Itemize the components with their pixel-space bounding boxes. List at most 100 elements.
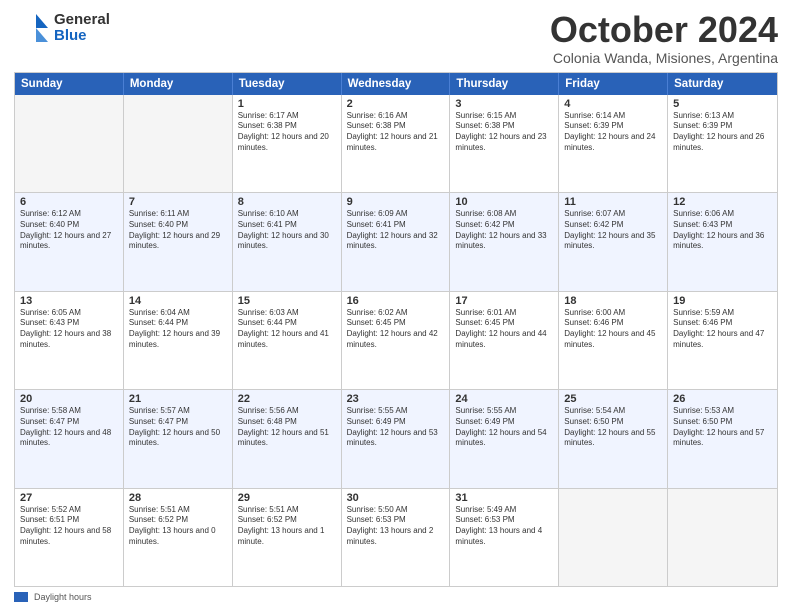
cell-info: Sunrise: 6:09 AM Sunset: 6:41 PM Dayligh… <box>347 209 445 252</box>
logo: General Blue <box>14 10 110 46</box>
calendar-cell: 4Sunrise: 6:14 AM Sunset: 6:39 PM Daylig… <box>559 95 668 192</box>
day-number: 9 <box>347 196 445 208</box>
calendar-cell: 16Sunrise: 6:02 AM Sunset: 6:45 PM Dayli… <box>342 292 451 389</box>
day-of-week-header: Thursday <box>450 73 559 95</box>
day-number: 16 <box>347 295 445 307</box>
cell-info: Sunrise: 5:49 AM Sunset: 6:53 PM Dayligh… <box>455 505 553 548</box>
day-number: 20 <box>20 393 118 405</box>
calendar-week-row: 1Sunrise: 6:17 AM Sunset: 6:38 PM Daylig… <box>15 95 777 192</box>
day-number: 10 <box>455 196 553 208</box>
cell-info: Sunrise: 5:53 AM Sunset: 6:50 PM Dayligh… <box>673 406 772 449</box>
header: General Blue October 2024 Colonia Wanda,… <box>14 10 778 66</box>
day-number: 22 <box>238 393 336 405</box>
day-number: 11 <box>564 196 662 208</box>
calendar-week-row: 13Sunrise: 6:05 AM Sunset: 6:43 PM Dayli… <box>15 291 777 389</box>
calendar-cell: 31Sunrise: 5:49 AM Sunset: 6:53 PM Dayli… <box>450 489 559 586</box>
calendar-cell <box>15 95 124 192</box>
cell-info: Sunrise: 5:57 AM Sunset: 6:47 PM Dayligh… <box>129 406 227 449</box>
day-of-week-header: Saturday <box>668 73 777 95</box>
logo-text-block: General Blue <box>54 12 110 45</box>
calendar-cell: 23Sunrise: 5:55 AM Sunset: 6:49 PM Dayli… <box>342 390 451 487</box>
day-number: 2 <box>347 98 445 110</box>
logo-icon-svg <box>14 10 50 46</box>
logo-line2: Blue <box>54 28 110 45</box>
cell-info: Sunrise: 6:08 AM Sunset: 6:42 PM Dayligh… <box>455 209 553 252</box>
calendar-cell: 15Sunrise: 6:03 AM Sunset: 6:44 PM Dayli… <box>233 292 342 389</box>
day-number: 30 <box>347 492 445 504</box>
cell-info: Sunrise: 6:00 AM Sunset: 6:46 PM Dayligh… <box>564 308 662 351</box>
day-number: 13 <box>20 295 118 307</box>
calendar-cell: 18Sunrise: 6:00 AM Sunset: 6:46 PM Dayli… <box>559 292 668 389</box>
calendar-cell <box>559 489 668 586</box>
calendar-cell: 5Sunrise: 6:13 AM Sunset: 6:39 PM Daylig… <box>668 95 777 192</box>
calendar-header-row: SundayMondayTuesdayWednesdayThursdayFrid… <box>15 73 777 95</box>
calendar-cell: 12Sunrise: 6:06 AM Sunset: 6:43 PM Dayli… <box>668 193 777 290</box>
calendar-cell: 19Sunrise: 5:59 AM Sunset: 6:46 PM Dayli… <box>668 292 777 389</box>
calendar-cell: 6Sunrise: 6:12 AM Sunset: 6:40 PM Daylig… <box>15 193 124 290</box>
day-number: 21 <box>129 393 227 405</box>
calendar-cell: 17Sunrise: 6:01 AM Sunset: 6:45 PM Dayli… <box>450 292 559 389</box>
cell-info: Sunrise: 6:05 AM Sunset: 6:43 PM Dayligh… <box>20 308 118 351</box>
calendar-cell: 9Sunrise: 6:09 AM Sunset: 6:41 PM Daylig… <box>342 193 451 290</box>
calendar-week-row: 20Sunrise: 5:58 AM Sunset: 6:47 PM Dayli… <box>15 389 777 487</box>
calendar-cell: 24Sunrise: 5:55 AM Sunset: 6:49 PM Dayli… <box>450 390 559 487</box>
day-number: 29 <box>238 492 336 504</box>
cell-info: Sunrise: 6:07 AM Sunset: 6:42 PM Dayligh… <box>564 209 662 252</box>
title-block: October 2024 Colonia Wanda, Misiones, Ar… <box>550 10 778 66</box>
day-of-week-header: Sunday <box>15 73 124 95</box>
cell-info: Sunrise: 6:06 AM Sunset: 6:43 PM Dayligh… <box>673 209 772 252</box>
day-number: 23 <box>347 393 445 405</box>
calendar-cell: 11Sunrise: 6:07 AM Sunset: 6:42 PM Dayli… <box>559 193 668 290</box>
day-number: 5 <box>673 98 772 110</box>
day-number: 24 <box>455 393 553 405</box>
page: General Blue October 2024 Colonia Wanda,… <box>0 0 792 612</box>
cell-info: Sunrise: 6:10 AM Sunset: 6:41 PM Dayligh… <box>238 209 336 252</box>
location-subtitle: Colonia Wanda, Misiones, Argentina <box>550 50 778 66</box>
day-number: 18 <box>564 295 662 307</box>
cell-info: Sunrise: 5:54 AM Sunset: 6:50 PM Dayligh… <box>564 406 662 449</box>
cell-info: Sunrise: 6:13 AM Sunset: 6:39 PM Dayligh… <box>673 111 772 154</box>
day-of-week-header: Tuesday <box>233 73 342 95</box>
calendar-cell: 21Sunrise: 5:57 AM Sunset: 6:47 PM Dayli… <box>124 390 233 487</box>
cell-info: Sunrise: 5:55 AM Sunset: 6:49 PM Dayligh… <box>455 406 553 449</box>
logo-line1: General <box>54 12 110 29</box>
calendar-cell: 14Sunrise: 6:04 AM Sunset: 6:44 PM Dayli… <box>124 292 233 389</box>
calendar-week-row: 6Sunrise: 6:12 AM Sunset: 6:40 PM Daylig… <box>15 192 777 290</box>
day-number: 4 <box>564 98 662 110</box>
calendar-cell: 26Sunrise: 5:53 AM Sunset: 6:50 PM Dayli… <box>668 390 777 487</box>
cell-info: Sunrise: 5:58 AM Sunset: 6:47 PM Dayligh… <box>20 406 118 449</box>
day-number: 12 <box>673 196 772 208</box>
cell-info: Sunrise: 5:52 AM Sunset: 6:51 PM Dayligh… <box>20 505 118 548</box>
calendar-cell: 27Sunrise: 5:52 AM Sunset: 6:51 PM Dayli… <box>15 489 124 586</box>
calendar-cell <box>668 489 777 586</box>
day-number: 7 <box>129 196 227 208</box>
day-number: 3 <box>455 98 553 110</box>
day-number: 6 <box>20 196 118 208</box>
day-of-week-header: Monday <box>124 73 233 95</box>
cell-info: Sunrise: 5:55 AM Sunset: 6:49 PM Dayligh… <box>347 406 445 449</box>
cell-info: Sunrise: 5:51 AM Sunset: 6:52 PM Dayligh… <box>129 505 227 548</box>
calendar-week-row: 27Sunrise: 5:52 AM Sunset: 6:51 PM Dayli… <box>15 488 777 586</box>
cell-info: Sunrise: 6:12 AM Sunset: 6:40 PM Dayligh… <box>20 209 118 252</box>
legend-color-box <box>14 592 28 602</box>
calendar-cell: 2Sunrise: 6:16 AM Sunset: 6:38 PM Daylig… <box>342 95 451 192</box>
calendar-cell: 28Sunrise: 5:51 AM Sunset: 6:52 PM Dayli… <box>124 489 233 586</box>
cell-info: Sunrise: 6:11 AM Sunset: 6:40 PM Dayligh… <box>129 209 227 252</box>
day-of-week-header: Wednesday <box>342 73 451 95</box>
calendar-cell <box>124 95 233 192</box>
day-of-week-header: Friday <box>559 73 668 95</box>
cell-info: Sunrise: 5:51 AM Sunset: 6:52 PM Dayligh… <box>238 505 336 548</box>
day-number: 19 <box>673 295 772 307</box>
day-number: 27 <box>20 492 118 504</box>
cell-info: Sunrise: 6:17 AM Sunset: 6:38 PM Dayligh… <box>238 111 336 154</box>
cell-info: Sunrise: 6:01 AM Sunset: 6:45 PM Dayligh… <box>455 308 553 351</box>
calendar-cell: 22Sunrise: 5:56 AM Sunset: 6:48 PM Dayli… <box>233 390 342 487</box>
cell-info: Sunrise: 6:04 AM Sunset: 6:44 PM Dayligh… <box>129 308 227 351</box>
calendar-cell: 7Sunrise: 6:11 AM Sunset: 6:40 PM Daylig… <box>124 193 233 290</box>
day-number: 1 <box>238 98 336 110</box>
cell-info: Sunrise: 5:50 AM Sunset: 6:53 PM Dayligh… <box>347 505 445 548</box>
cell-info: Sunrise: 5:59 AM Sunset: 6:46 PM Dayligh… <box>673 308 772 351</box>
calendar-cell: 25Sunrise: 5:54 AM Sunset: 6:50 PM Dayli… <box>559 390 668 487</box>
calendar-cell: 1Sunrise: 6:17 AM Sunset: 6:38 PM Daylig… <box>233 95 342 192</box>
calendar-cell: 20Sunrise: 5:58 AM Sunset: 6:47 PM Dayli… <box>15 390 124 487</box>
